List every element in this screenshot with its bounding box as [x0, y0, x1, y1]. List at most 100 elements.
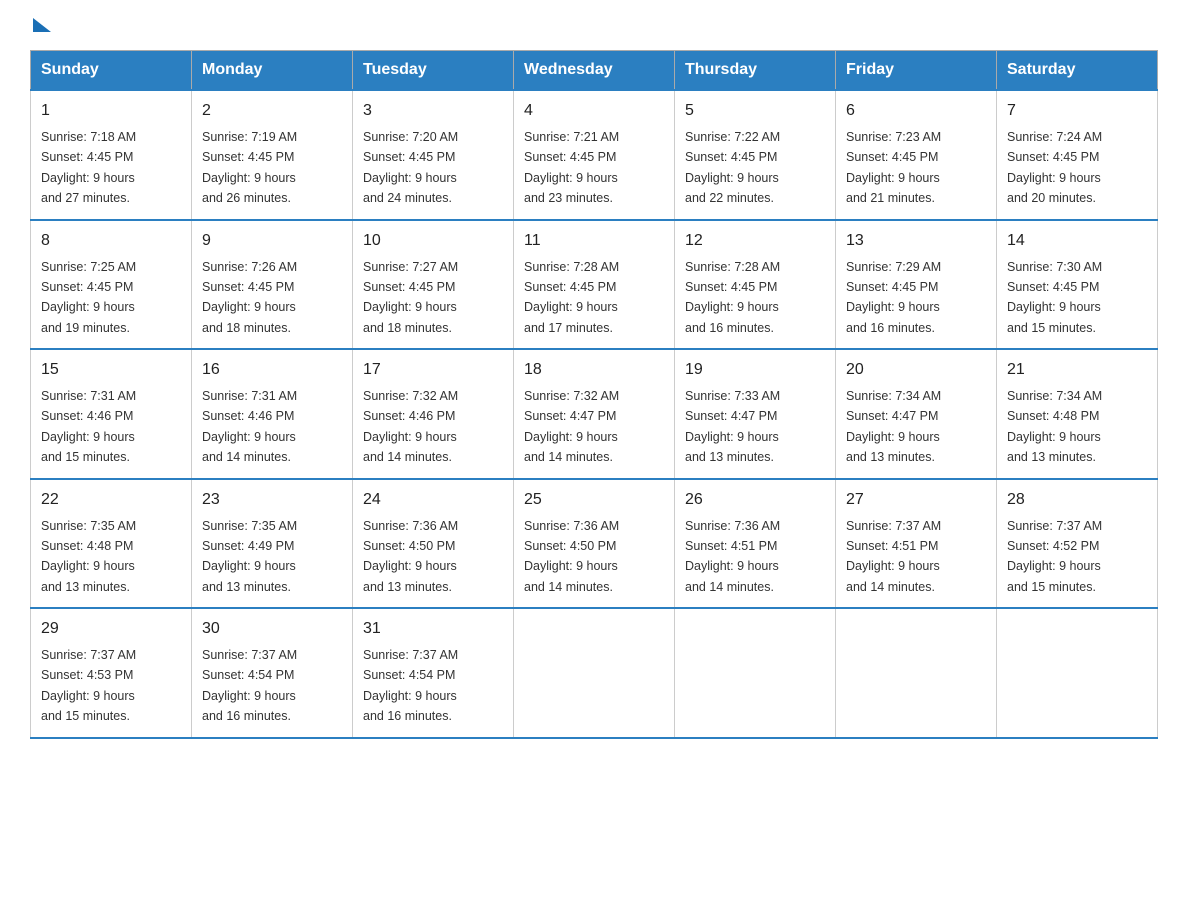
calendar-header-row: SundayMondayTuesdayWednesdayThursdayFrid…	[31, 51, 1158, 91]
day-number: 22	[41, 488, 181, 512]
day-info: Sunrise: 7:21 AMSunset: 4:45 PMDaylight:…	[524, 130, 619, 205]
day-of-week-header: Sunday	[31, 51, 192, 91]
day-info: Sunrise: 7:22 AMSunset: 4:45 PMDaylight:…	[685, 130, 780, 205]
day-info: Sunrise: 7:27 AMSunset: 4:45 PMDaylight:…	[363, 260, 458, 335]
day-number: 10	[363, 229, 503, 253]
day-number: 16	[202, 358, 342, 382]
day-number: 20	[846, 358, 986, 382]
day-info: Sunrise: 7:24 AMSunset: 4:45 PMDaylight:…	[1007, 130, 1102, 205]
day-number: 27	[846, 488, 986, 512]
day-info: Sunrise: 7:34 AMSunset: 4:47 PMDaylight:…	[846, 389, 941, 464]
day-number: 9	[202, 229, 342, 253]
day-info: Sunrise: 7:37 AMSunset: 4:51 PMDaylight:…	[846, 519, 941, 594]
day-number: 3	[363, 99, 503, 123]
day-info: Sunrise: 7:32 AMSunset: 4:47 PMDaylight:…	[524, 389, 619, 464]
calendar-cell: 31 Sunrise: 7:37 AMSunset: 4:54 PMDaylig…	[353, 608, 514, 738]
calendar-cell: 19 Sunrise: 7:33 AMSunset: 4:47 PMDaylig…	[675, 349, 836, 479]
calendar-cell: 5 Sunrise: 7:22 AMSunset: 4:45 PMDayligh…	[675, 90, 836, 220]
day-number: 12	[685, 229, 825, 253]
calendar-cell: 6 Sunrise: 7:23 AMSunset: 4:45 PMDayligh…	[836, 90, 997, 220]
day-info: Sunrise: 7:31 AMSunset: 4:46 PMDaylight:…	[41, 389, 136, 464]
day-info: Sunrise: 7:36 AMSunset: 4:50 PMDaylight:…	[524, 519, 619, 594]
day-number: 13	[846, 229, 986, 253]
day-info: Sunrise: 7:37 AMSunset: 4:54 PMDaylight:…	[363, 648, 458, 723]
calendar-week-row: 1 Sunrise: 7:18 AMSunset: 4:45 PMDayligh…	[31, 90, 1158, 220]
day-number: 23	[202, 488, 342, 512]
calendar-cell: 18 Sunrise: 7:32 AMSunset: 4:47 PMDaylig…	[514, 349, 675, 479]
day-number: 24	[363, 488, 503, 512]
calendar-cell: 13 Sunrise: 7:29 AMSunset: 4:45 PMDaylig…	[836, 220, 997, 350]
calendar-cell: 11 Sunrise: 7:28 AMSunset: 4:45 PMDaylig…	[514, 220, 675, 350]
day-info: Sunrise: 7:31 AMSunset: 4:46 PMDaylight:…	[202, 389, 297, 464]
day-info: Sunrise: 7:36 AMSunset: 4:51 PMDaylight:…	[685, 519, 780, 594]
day-number: 17	[363, 358, 503, 382]
day-number: 28	[1007, 488, 1147, 512]
day-info: Sunrise: 7:37 AMSunset: 4:52 PMDaylight:…	[1007, 519, 1102, 594]
calendar-cell: 14 Sunrise: 7:30 AMSunset: 4:45 PMDaylig…	[997, 220, 1158, 350]
day-number: 2	[202, 99, 342, 123]
day-info: Sunrise: 7:25 AMSunset: 4:45 PMDaylight:…	[41, 260, 136, 335]
calendar-cell: 29 Sunrise: 7:37 AMSunset: 4:53 PMDaylig…	[31, 608, 192, 738]
day-info: Sunrise: 7:37 AMSunset: 4:53 PMDaylight:…	[41, 648, 136, 723]
calendar-cell: 4 Sunrise: 7:21 AMSunset: 4:45 PMDayligh…	[514, 90, 675, 220]
calendar-cell: 30 Sunrise: 7:37 AMSunset: 4:54 PMDaylig…	[192, 608, 353, 738]
day-number: 30	[202, 617, 342, 641]
day-info: Sunrise: 7:28 AMSunset: 4:45 PMDaylight:…	[524, 260, 619, 335]
calendar-week-row: 15 Sunrise: 7:31 AMSunset: 4:46 PMDaylig…	[31, 349, 1158, 479]
day-info: Sunrise: 7:20 AMSunset: 4:45 PMDaylight:…	[363, 130, 458, 205]
day-info: Sunrise: 7:23 AMSunset: 4:45 PMDaylight:…	[846, 130, 941, 205]
day-info: Sunrise: 7:28 AMSunset: 4:45 PMDaylight:…	[685, 260, 780, 335]
calendar-week-row: 29 Sunrise: 7:37 AMSunset: 4:53 PMDaylig…	[31, 608, 1158, 738]
day-info: Sunrise: 7:29 AMSunset: 4:45 PMDaylight:…	[846, 260, 941, 335]
day-number: 1	[41, 99, 181, 123]
day-number: 21	[1007, 358, 1147, 382]
day-number: 6	[846, 99, 986, 123]
day-info: Sunrise: 7:37 AMSunset: 4:54 PMDaylight:…	[202, 648, 297, 723]
day-info: Sunrise: 7:19 AMSunset: 4:45 PMDaylight:…	[202, 130, 297, 205]
day-number: 7	[1007, 99, 1147, 123]
day-of-week-header: Monday	[192, 51, 353, 91]
day-of-week-header: Friday	[836, 51, 997, 91]
calendar-cell: 17 Sunrise: 7:32 AMSunset: 4:46 PMDaylig…	[353, 349, 514, 479]
calendar-cell: 1 Sunrise: 7:18 AMSunset: 4:45 PMDayligh…	[31, 90, 192, 220]
day-info: Sunrise: 7:35 AMSunset: 4:49 PMDaylight:…	[202, 519, 297, 594]
day-number: 4	[524, 99, 664, 123]
day-number: 11	[524, 229, 664, 253]
day-info: Sunrise: 7:36 AMSunset: 4:50 PMDaylight:…	[363, 519, 458, 594]
day-number: 8	[41, 229, 181, 253]
calendar-cell	[514, 608, 675, 738]
calendar-cell: 25 Sunrise: 7:36 AMSunset: 4:50 PMDaylig…	[514, 479, 675, 609]
calendar-cell: 20 Sunrise: 7:34 AMSunset: 4:47 PMDaylig…	[836, 349, 997, 479]
calendar-week-row: 8 Sunrise: 7:25 AMSunset: 4:45 PMDayligh…	[31, 220, 1158, 350]
day-number: 25	[524, 488, 664, 512]
calendar-cell: 21 Sunrise: 7:34 AMSunset: 4:48 PMDaylig…	[997, 349, 1158, 479]
day-info: Sunrise: 7:32 AMSunset: 4:46 PMDaylight:…	[363, 389, 458, 464]
calendar-cell: 26 Sunrise: 7:36 AMSunset: 4:51 PMDaylig…	[675, 479, 836, 609]
day-info: Sunrise: 7:30 AMSunset: 4:45 PMDaylight:…	[1007, 260, 1102, 335]
logo-arrow-icon	[33, 18, 51, 32]
calendar-cell: 12 Sunrise: 7:28 AMSunset: 4:45 PMDaylig…	[675, 220, 836, 350]
day-number: 18	[524, 358, 664, 382]
calendar-table: SundayMondayTuesdayWednesdayThursdayFrid…	[30, 50, 1158, 739]
day-info: Sunrise: 7:33 AMSunset: 4:47 PMDaylight:…	[685, 389, 780, 464]
day-of-week-header: Thursday	[675, 51, 836, 91]
logo	[30, 20, 51, 30]
day-number: 19	[685, 358, 825, 382]
day-info: Sunrise: 7:18 AMSunset: 4:45 PMDaylight:…	[41, 130, 136, 205]
day-number: 15	[41, 358, 181, 382]
day-number: 5	[685, 99, 825, 123]
day-of-week-header: Saturday	[997, 51, 1158, 91]
page-header	[30, 20, 1158, 30]
calendar-cell: 22 Sunrise: 7:35 AMSunset: 4:48 PMDaylig…	[31, 479, 192, 609]
calendar-cell: 28 Sunrise: 7:37 AMSunset: 4:52 PMDaylig…	[997, 479, 1158, 609]
calendar-cell	[836, 608, 997, 738]
calendar-cell: 10 Sunrise: 7:27 AMSunset: 4:45 PMDaylig…	[353, 220, 514, 350]
calendar-cell: 2 Sunrise: 7:19 AMSunset: 4:45 PMDayligh…	[192, 90, 353, 220]
calendar-cell: 15 Sunrise: 7:31 AMSunset: 4:46 PMDaylig…	[31, 349, 192, 479]
day-info: Sunrise: 7:34 AMSunset: 4:48 PMDaylight:…	[1007, 389, 1102, 464]
day-of-week-header: Wednesday	[514, 51, 675, 91]
calendar-week-row: 22 Sunrise: 7:35 AMSunset: 4:48 PMDaylig…	[31, 479, 1158, 609]
day-number: 29	[41, 617, 181, 641]
calendar-cell	[675, 608, 836, 738]
calendar-cell: 8 Sunrise: 7:25 AMSunset: 4:45 PMDayligh…	[31, 220, 192, 350]
